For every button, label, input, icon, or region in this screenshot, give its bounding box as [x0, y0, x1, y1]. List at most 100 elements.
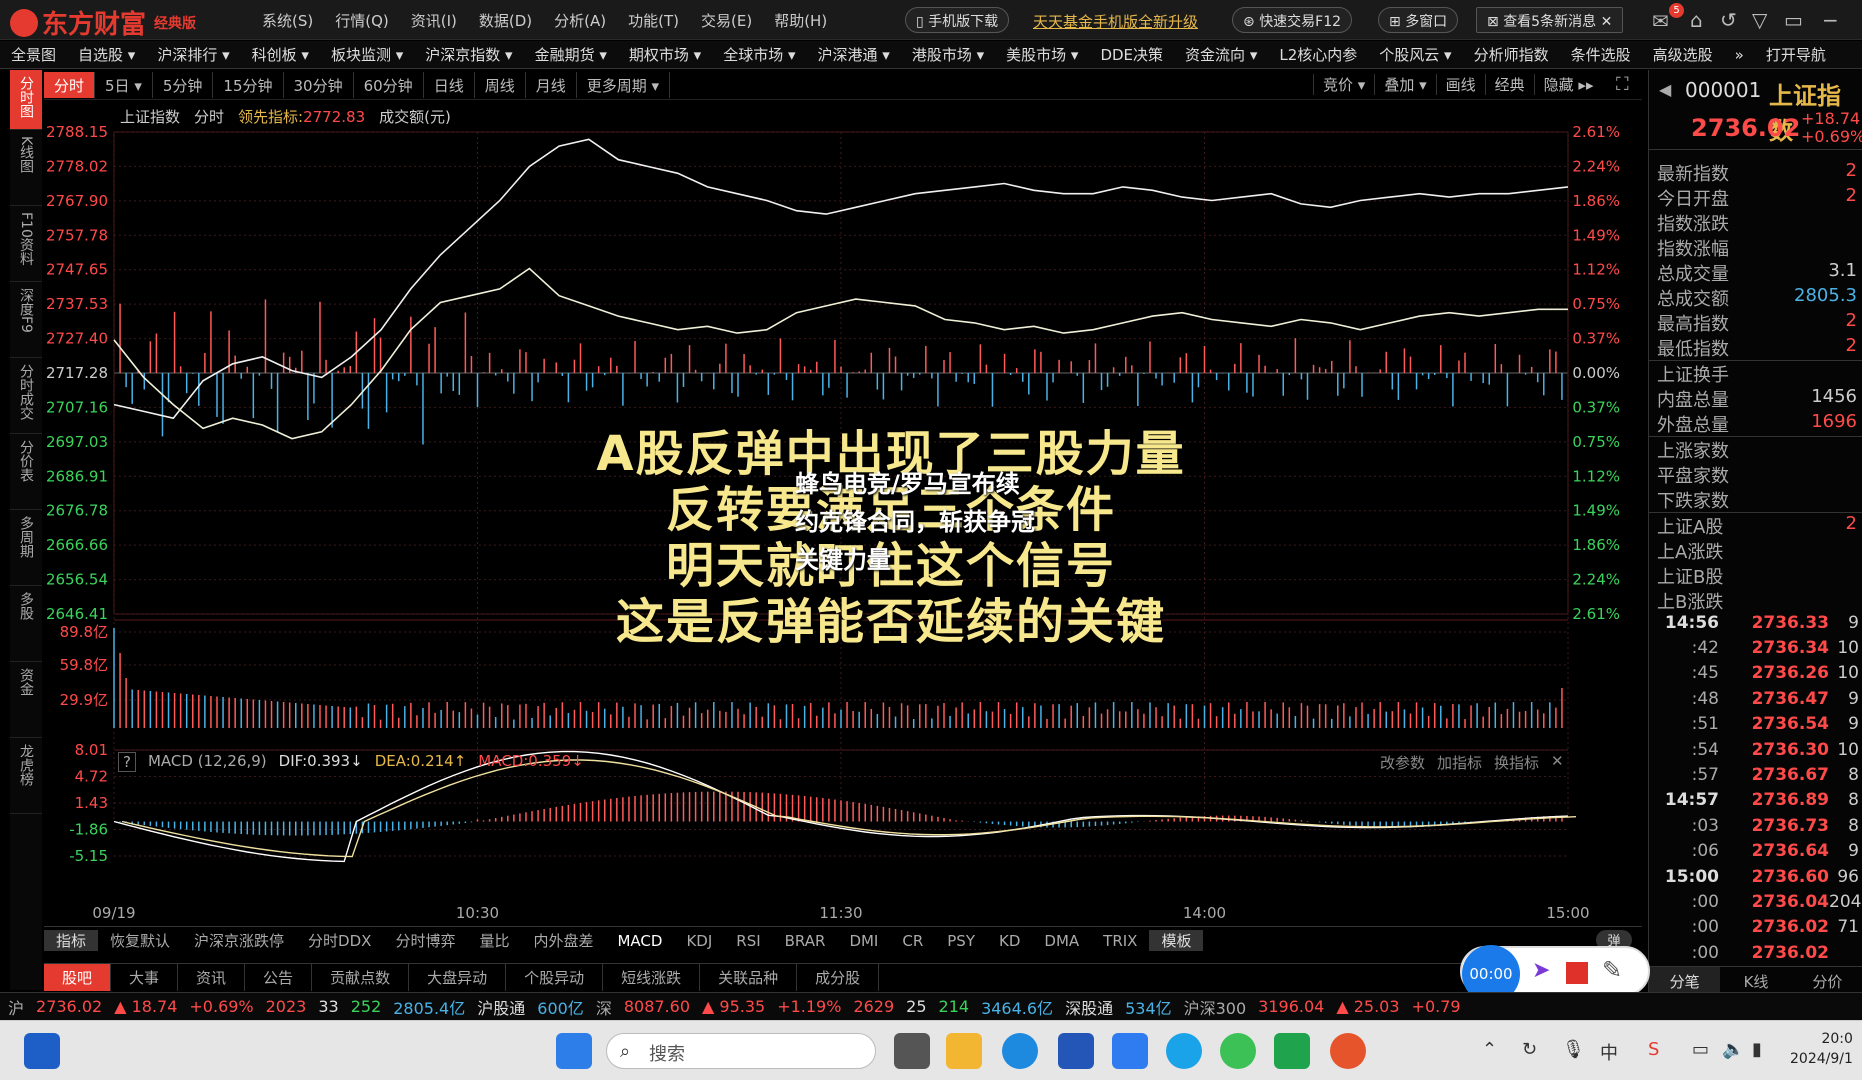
news-tab[interactable]: 贡献点数 — [312, 964, 410, 991]
period-tab[interactable]: 月线 — [526, 71, 577, 98]
indicator-tab[interactable]: 内外盘差 — [521, 930, 605, 951]
menubar-item[interactable]: 期权市场 ▾ — [618, 44, 712, 65]
menu-system[interactable]: 系统(S) — [262, 10, 313, 31]
mobile-download-button[interactable]: ▯ 手机版下载 — [905, 7, 1010, 33]
period-tab[interactable]: 5分钟 — [153, 71, 214, 98]
chart-tool[interactable]: 隐藏 ▸▸ — [1533, 73, 1603, 95]
news-tab[interactable]: 关联品种 — [700, 964, 798, 991]
menubar-item[interactable]: L2核心内参 — [1268, 44, 1368, 65]
taskbar-clock[interactable]: 20:0 2024/9/1 — [1790, 1029, 1853, 1069]
wechat-icon[interactable] — [1220, 1033, 1256, 1069]
prev-icon[interactable]: ◀ — [1659, 80, 1671, 99]
news-tab[interactable]: 资讯 — [178, 964, 246, 991]
indicator-tab[interactable]: MACD — [605, 932, 674, 950]
display-icon[interactable]: ▭ — [1692, 1039, 1709, 1060]
news-tab[interactable]: 短线涨跌 — [603, 964, 701, 991]
skin-icon[interactable]: ▽ — [1752, 8, 1767, 32]
period-tab[interactable]: 5日 ▾ — [95, 71, 153, 98]
indicator-tab[interactable]: KDJ — [674, 932, 724, 950]
indicator-tab[interactable]: TRIX — [1091, 932, 1149, 950]
menubar-item[interactable]: 全景图 — [0, 44, 67, 65]
indicator-tab[interactable]: RSI — [724, 932, 772, 950]
fullscreen-icon[interactable]: ⛶ — [1616, 74, 1629, 95]
file-explorer-icon[interactable] — [946, 1033, 982, 1069]
sync-icon[interactable]: ↻ — [1522, 1039, 1537, 1060]
menubar-item[interactable]: 条件选股 — [1560, 44, 1642, 65]
period-tab[interactable]: 周线 — [475, 71, 526, 98]
menubar-item[interactable]: 美股市场 ▾ — [995, 44, 1089, 65]
menubar-item[interactable]: 自选股 ▾ — [67, 44, 146, 65]
task-view-icon[interactable] — [894, 1033, 930, 1069]
menu-news[interactable]: 资讯(I) — [411, 10, 457, 31]
news-tab[interactable]: 大事 — [111, 964, 179, 991]
volume-icon[interactable]: 🔈 — [1722, 1039, 1744, 1060]
period-tab[interactable]: 日线 — [424, 71, 475, 98]
screen-share-icon[interactable] — [1274, 1033, 1310, 1069]
fund-promo-link[interactable]: 天天基金手机版全新升级 — [1033, 11, 1198, 32]
period-tab[interactable]: 15分钟 — [213, 71, 284, 98]
menubar-item[interactable]: 港股市场 ▾ — [901, 44, 995, 65]
edge-icon[interactable] — [1002, 1033, 1038, 1069]
myhp-icon[interactable] — [1112, 1033, 1148, 1069]
indicator-tab[interactable]: DMA — [1032, 932, 1091, 950]
news-tab[interactable]: 公告 — [245, 964, 313, 991]
menubar-item[interactable]: 沪深京指数 ▾ — [414, 44, 523, 65]
start-icon[interactable] — [556, 1033, 592, 1069]
chart-tool[interactable]: 画线 — [1435, 73, 1485, 95]
mic-icon[interactable]: 🎙 — [1562, 1039, 1585, 1060]
chart-tool[interactable]: 竞价 ▾ — [1313, 73, 1374, 95]
menubar-item[interactable]: 分析师指数 — [1463, 44, 1560, 65]
multi-window-button[interactable]: ⊞ 多窗口 — [1378, 7, 1459, 33]
switch-indicator-button[interactable]: 换指标 — [1494, 752, 1539, 773]
menubar-item[interactable]: 资金流向 ▾ — [1174, 44, 1268, 65]
news-tab[interactable]: 个股异动 — [506, 964, 604, 991]
indicator-tab[interactable]: 模板 — [1149, 930, 1204, 951]
period-tab[interactable]: 更多周期 ▾ — [577, 71, 671, 98]
menu-data[interactable]: 数据(D) — [479, 10, 532, 31]
indicator-tab[interactable]: PSY — [935, 932, 987, 950]
menubar-item[interactable]: 打开导航 — [1755, 44, 1837, 65]
quote-tab[interactable]: K线 — [1720, 967, 1791, 994]
close-icon[interactable]: ✕ — [1601, 14, 1613, 30]
intraday-chart[interactable]: 2788.15 2.61% 2778.02 2.24% 2767.90 1.86% 2757… — [0, 100, 1648, 926]
news-tab[interactable]: 大盘异动 — [409, 964, 507, 991]
close-icon[interactable]: ✕ — [1551, 752, 1564, 773]
indicator-tab[interactable]: 沪深京涨跌停 — [182, 930, 296, 951]
indicator-tab[interactable]: 恢复默认 — [98, 930, 182, 951]
pen-icon[interactable]: ✎ — [1602, 956, 1622, 984]
indicator-tab[interactable]: 指标 — [44, 930, 99, 951]
change-params-button[interactable]: 改参数 — [1380, 752, 1425, 773]
indicator-tab[interactable]: BRAR — [773, 932, 838, 950]
cursor-icon[interactable]: ➤ — [1532, 958, 1550, 983]
menu-analysis[interactable]: 分析(A) — [554, 10, 606, 31]
mail-icon[interactable]: ✉ — [1652, 9, 1669, 33]
period-tab[interactable]: 分时 — [44, 71, 96, 98]
quote-tab[interactable]: 分笔 — [1649, 967, 1721, 994]
menubar-item[interactable]: 高级选股 — [1642, 44, 1724, 65]
menu-function[interactable]: 功能(T) — [628, 10, 679, 31]
indicator-tab[interactable]: 量比 — [467, 930, 521, 951]
restore-icon[interactable]: ▭ — [1784, 8, 1803, 32]
taskbar-search[interactable]: 搜索 — [606, 1033, 876, 1069]
indicator-tab[interactable]: DMI — [837, 932, 890, 950]
menu-help[interactable]: 帮助(H) — [774, 10, 827, 31]
widgets-icon[interactable] — [24, 1033, 60, 1069]
help-icon[interactable]: ? — [118, 752, 136, 772]
period-tab[interactable]: 60分钟 — [354, 71, 424, 98]
home-icon[interactable]: ⌂ — [1690, 8, 1703, 32]
menubar-item[interactable]: 沪深排行 ▾ — [146, 44, 240, 65]
menubar-item[interactable]: 科创板 ▾ — [241, 44, 320, 65]
battery-icon[interactable]: ▮ — [1752, 1039, 1762, 1060]
menubar-item[interactable]: » — [1724, 46, 1755, 64]
indicator-tab[interactable]: 分时博弈 — [383, 930, 467, 951]
menu-trade[interactable]: 交易(E) — [701, 10, 752, 31]
minimize-icon[interactable]: − — [1822, 8, 1839, 32]
menubar-item[interactable]: 全球市场 ▾ — [712, 44, 806, 65]
menubar-item[interactable]: 个股风云 ▾ — [1368, 44, 1462, 65]
chart-tool[interactable]: 叠加 ▾ — [1374, 73, 1435, 95]
stop-icon[interactable] — [1566, 962, 1588, 984]
ime-icon[interactable]: 中 — [1600, 1039, 1618, 1065]
antivirus-icon[interactable]: S — [1648, 1039, 1659, 1060]
indicator-tab[interactable]: 分时DDX — [296, 930, 383, 951]
menubar-item[interactable]: 板块监测 ▾ — [320, 44, 414, 65]
